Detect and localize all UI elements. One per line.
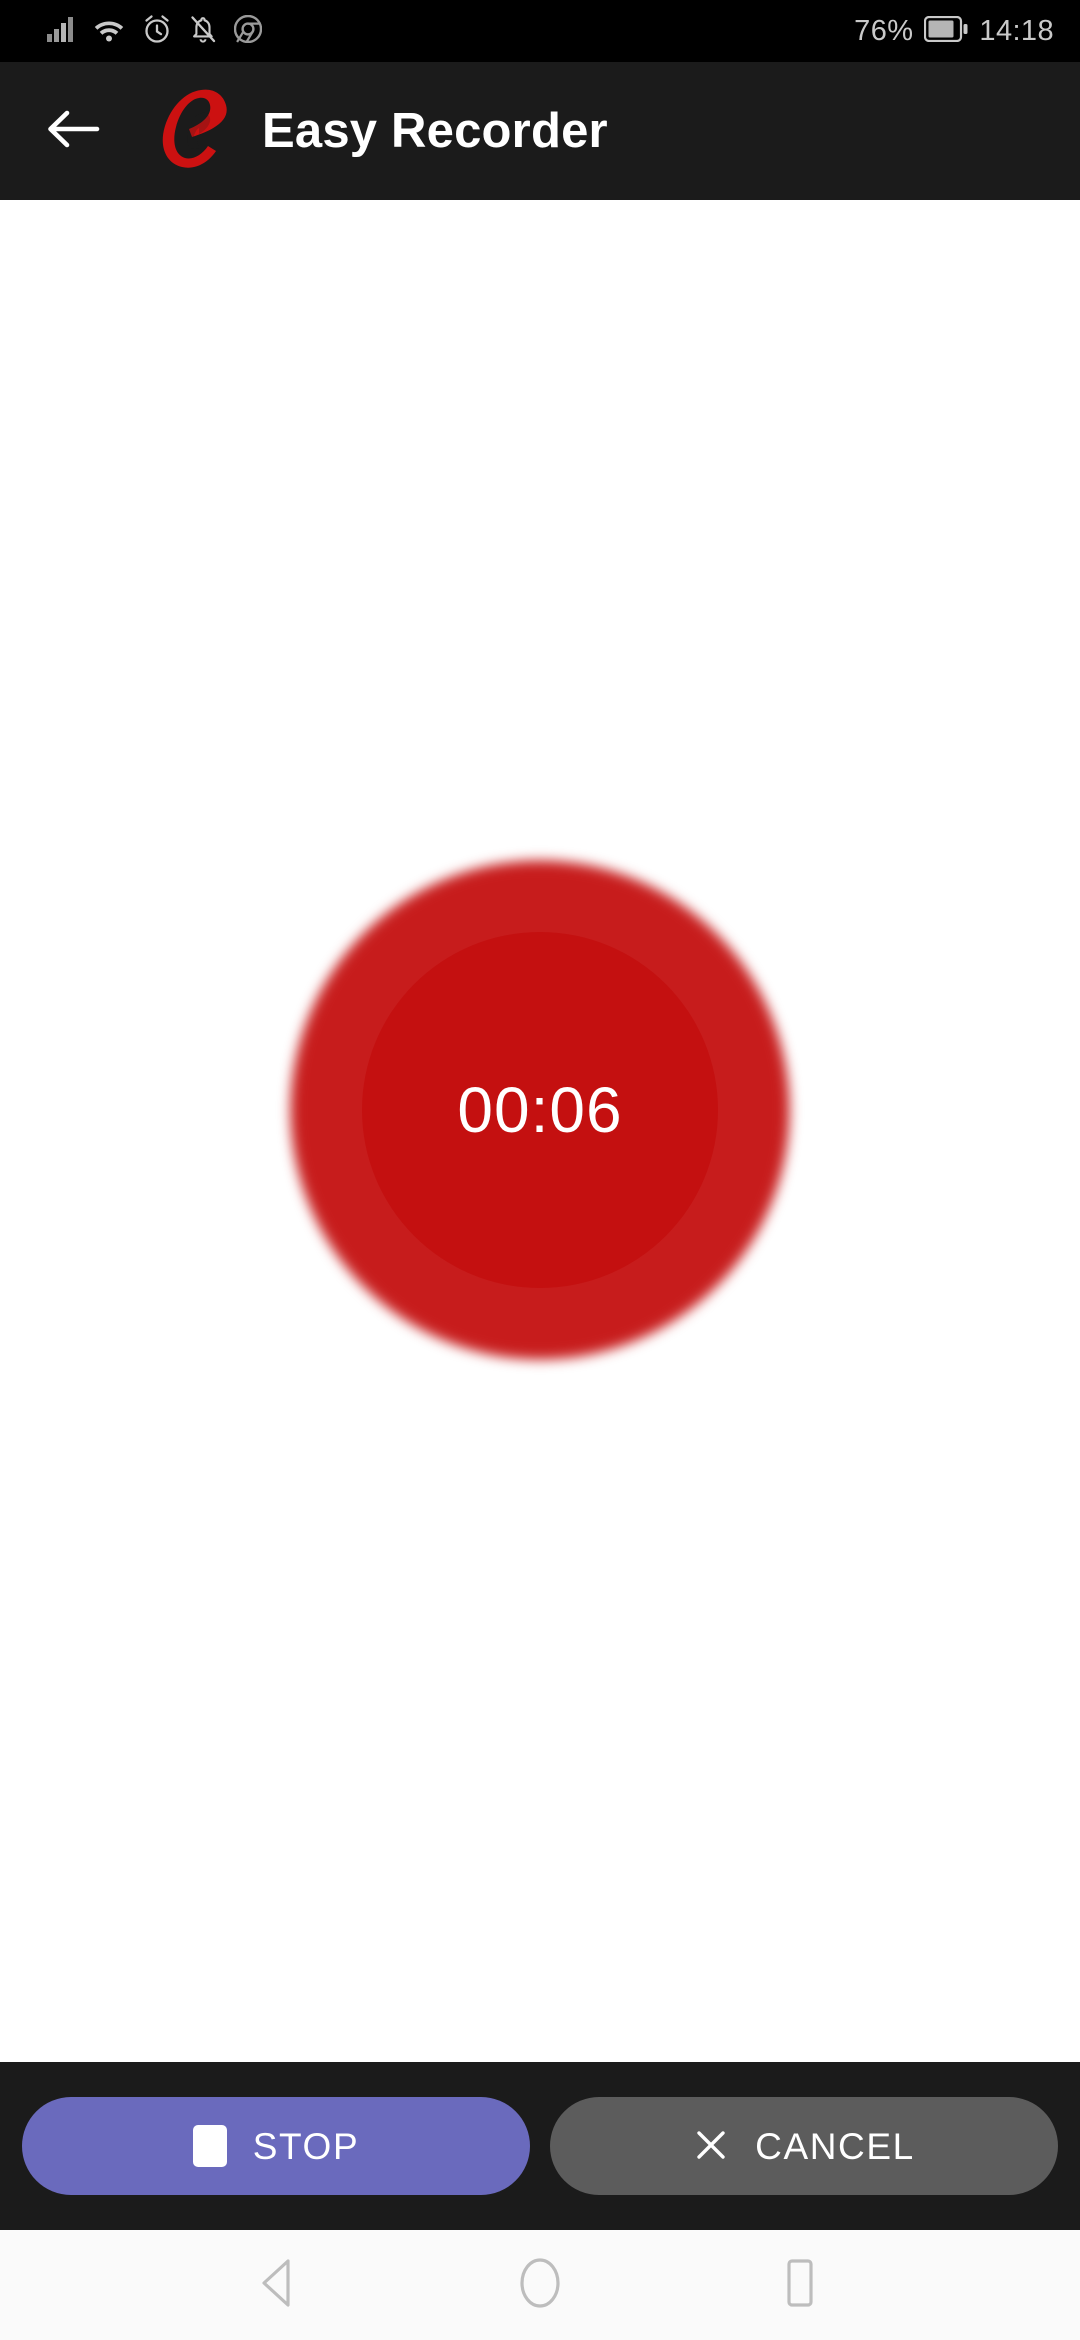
alarm-clock-icon (142, 14, 172, 49)
recording-area: 00:06 (0, 200, 1080, 2062)
stop-button[interactable]: STOP (22, 2097, 530, 2195)
stop-square-icon (192, 2125, 227, 2167)
status-bar-right-group: 76% 14:18 (854, 14, 1054, 47)
nav-recents-icon (779, 2257, 821, 2314)
action-bar: STOP CANCEL (0, 2062, 1080, 2230)
signal-bars-icon (46, 15, 76, 48)
nav-home-icon (517, 2256, 563, 2315)
app-bar: Easy Recorder (0, 62, 1080, 200)
android-nav-bar (0, 2230, 1080, 2340)
close-x-icon (693, 2127, 729, 2166)
status-bar-left-icons (46, 14, 263, 49)
nav-home-button[interactable] (485, 2230, 595, 2340)
notifications-muted-icon (189, 14, 217, 49)
record-button[interactable]: 00:06 (362, 932, 718, 1288)
chrome-icon (233, 14, 263, 48)
nav-recents-button[interactable] (745, 2230, 855, 2340)
nav-back-button[interactable] (225, 2230, 335, 2340)
easy-recorder-logo-icon (142, 81, 246, 181)
cancel-button[interactable]: CANCEL (550, 2097, 1058, 2195)
cancel-button-label: CANCEL (755, 2125, 915, 2167)
stop-button-label: STOP (252, 2125, 360, 2167)
record-button-wrapper: 00:06 (290, 860, 790, 1360)
battery-percent-label: 76% (854, 14, 914, 47)
wifi-icon (93, 15, 125, 48)
recording-timer: 00:06 (457, 1074, 623, 1146)
status-bar: 76% 14:18 (0, 0, 1080, 62)
back-button[interactable] (36, 94, 110, 168)
phone-screen: 76% 14:18 Easy Recorder 00:06 STOP CANCE… (0, 0, 1080, 2340)
clock-label: 14:18 (979, 14, 1054, 47)
back-arrow-icon (45, 106, 101, 157)
nav-back-icon (257, 2257, 303, 2314)
battery-icon (924, 15, 968, 47)
page-title: Easy Recorder (262, 104, 608, 158)
